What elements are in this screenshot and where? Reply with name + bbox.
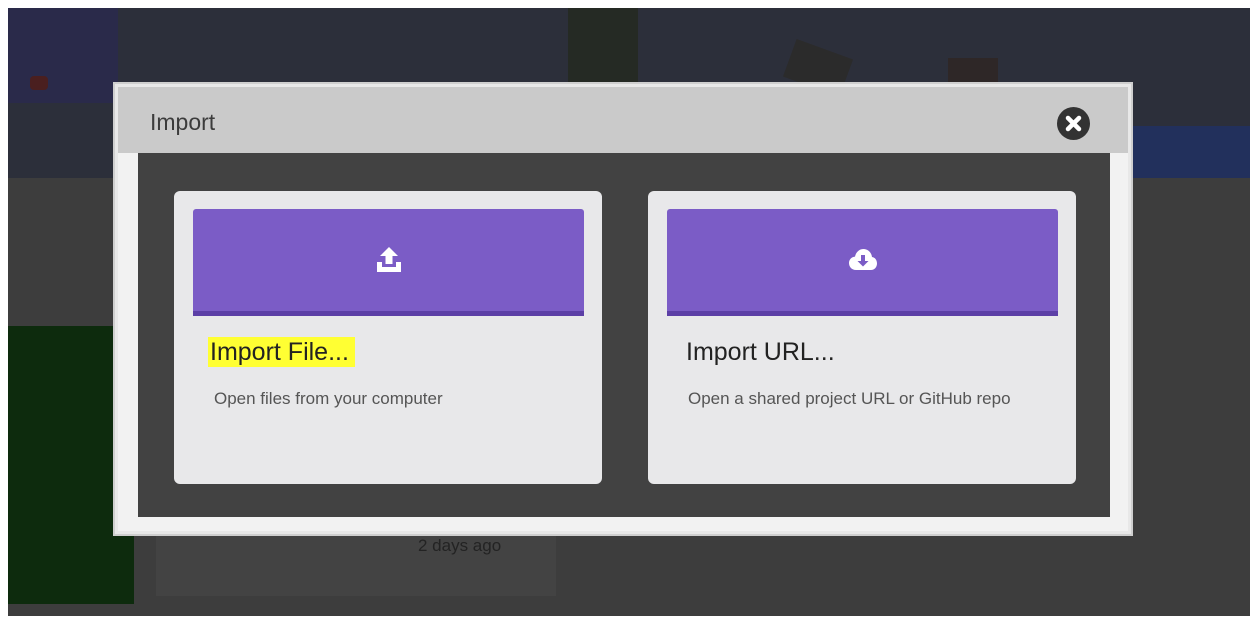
- dialog-header: Import: [118, 87, 1128, 153]
- background-hero-image: [8, 8, 118, 103]
- upload-icon: [377, 247, 401, 272]
- import-file-title: Import File...: [208, 337, 355, 367]
- background-hero-detail: [30, 76, 48, 90]
- background-thumbnail: [568, 8, 638, 88]
- import-url-card[interactable]: Import URL... Open a shared project URL …: [648, 191, 1076, 484]
- cloud-download-icon: [849, 249, 877, 270]
- close-icon[interactable]: [1057, 107, 1090, 140]
- import-file-banner[interactable]: [193, 209, 584, 316]
- import-dialog: Import Import File... Open files from yo…: [115, 84, 1131, 534]
- background-timestamp: 2 days ago: [418, 536, 502, 555]
- import-url-title: Import URL...: [686, 338, 835, 366]
- import-file-description: Open files from your computer: [214, 389, 443, 408]
- import-url-description: Open a shared project URL or GitHub repo: [688, 389, 1011, 408]
- import-url-banner[interactable]: [667, 209, 1058, 316]
- import-file-card[interactable]: Import File... Open files from your comp…: [174, 191, 602, 484]
- dialog-title: Import: [150, 109, 216, 135]
- dialog-body: Import File... Open files from your comp…: [138, 153, 1110, 517]
- background-header-accent: [1128, 126, 1250, 178]
